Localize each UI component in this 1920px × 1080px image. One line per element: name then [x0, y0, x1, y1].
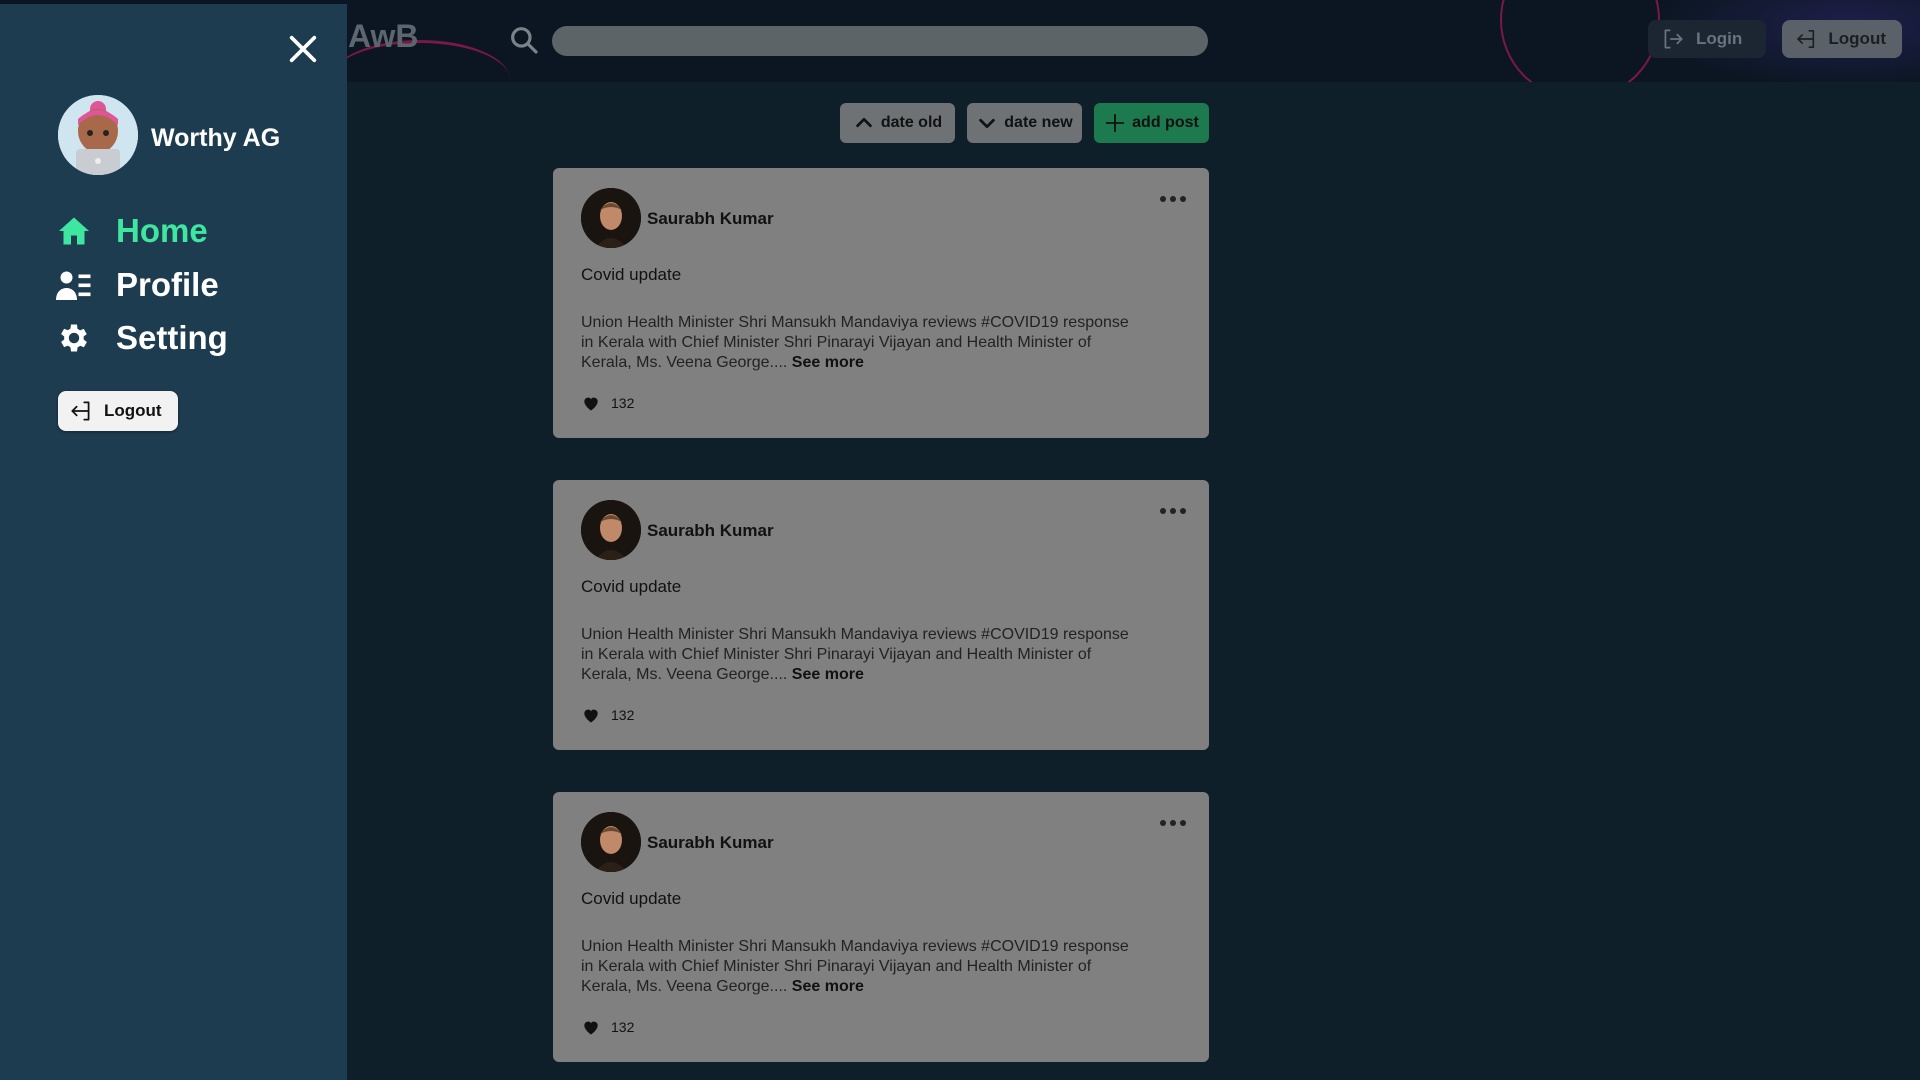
header-logout-button[interactable]: Logout — [1782, 20, 1902, 58]
header-login-button[interactable]: Login — [1648, 20, 1766, 58]
heart-icon[interactable] — [581, 705, 601, 725]
sidebar-item-home[interactable]: Home — [56, 212, 208, 250]
see-more-link[interactable]: See more — [792, 978, 864, 995]
sidebar-item-label: Home — [116, 212, 208, 249]
plus-icon — [1105, 113, 1125, 133]
sidebar-item-label: Profile — [116, 266, 219, 303]
gear-icon — [61, 324, 87, 352]
like-group: 132 — [581, 705, 634, 725]
user-name: Worthy AG — [151, 124, 281, 152]
post-title: Covid update — [581, 577, 682, 596]
like-group: 132 — [581, 393, 634, 413]
sidebar-logout-button[interactable]: Logout — [58, 391, 178, 431]
logout-label: Logout — [1828, 29, 1886, 48]
search-input[interactable] — [552, 26, 1208, 56]
logout-icon — [71, 401, 90, 421]
sidebar-drawer: Worthy AG Home Profile Setting Logout — [0, 4, 347, 1080]
sort-date-new-button[interactable]: date new — [967, 103, 1082, 143]
see-more-link[interactable]: See more — [792, 354, 864, 371]
heart-icon[interactable] — [581, 393, 601, 413]
author-name[interactable]: Saurabh Kumar — [647, 209, 774, 229]
chevron-up-icon — [856, 117, 872, 128]
login-label: Login — [1696, 29, 1743, 48]
sort-date-new-label: date new — [1004, 114, 1073, 131]
more-options-icon[interactable] — [1159, 504, 1187, 518]
post-card: Saurabh Kumar Covid update Union Health … — [553, 480, 1209, 750]
like-group: 132 — [581, 1017, 634, 1037]
post-title: Covid update — [581, 265, 682, 284]
logout-icon — [1797, 30, 1815, 48]
post-title: Covid update — [581, 889, 682, 908]
more-options-icon[interactable] — [1159, 192, 1187, 206]
post-body: Union Health Minister Shri Mansukh Manda… — [581, 313, 1141, 373]
close-icon[interactable] — [286, 32, 320, 66]
post-card: Saurabh Kumar Covid update Union Health … — [553, 792, 1209, 1062]
post-card: Saurabh Kumar Covid update Union Health … — [553, 168, 1209, 438]
search-icon[interactable] — [508, 24, 540, 56]
sort-date-old-button[interactable]: date old — [840, 103, 955, 143]
author-avatar[interactable] — [581, 812, 641, 872]
author-name[interactable]: Saurabh Kumar — [647, 521, 774, 541]
brand-logo[interactable]: AwB — [348, 18, 419, 55]
more-options-icon[interactable] — [1159, 816, 1187, 830]
post-body: Union Health Minister Shri Mansukh Manda… — [581, 625, 1141, 685]
add-post-button[interactable]: add post — [1094, 103, 1209, 143]
like-count: 132 — [611, 707, 635, 723]
sidebar-item-label: Setting — [116, 319, 228, 356]
login-icon — [1664, 29, 1683, 49]
sort-date-old-label: date old — [880, 114, 943, 131]
profile-icon — [56, 271, 91, 300]
author-name[interactable]: Saurabh Kumar — [647, 833, 774, 853]
avatar[interactable] — [58, 95, 138, 175]
author-avatar[interactable] — [581, 188, 641, 248]
add-post-label: add post — [1132, 114, 1199, 131]
heart-icon[interactable] — [581, 1017, 601, 1037]
see-more-link[interactable]: See more — [792, 666, 864, 683]
like-count: 132 — [611, 1019, 635, 1035]
like-count: 132 — [611, 395, 635, 411]
chevron-down-icon — [979, 118, 996, 129]
home-icon — [59, 217, 89, 245]
author-avatar[interactable] — [581, 500, 641, 560]
sidebar-item-setting[interactable]: Setting — [56, 319, 228, 357]
sidebar-item-profile[interactable]: Profile — [56, 266, 219, 304]
logout-label: Logout — [104, 401, 162, 420]
decorative-swirl — [1500, 0, 1660, 82]
post-body: Union Health Minister Shri Mansukh Manda… — [581, 937, 1141, 997]
